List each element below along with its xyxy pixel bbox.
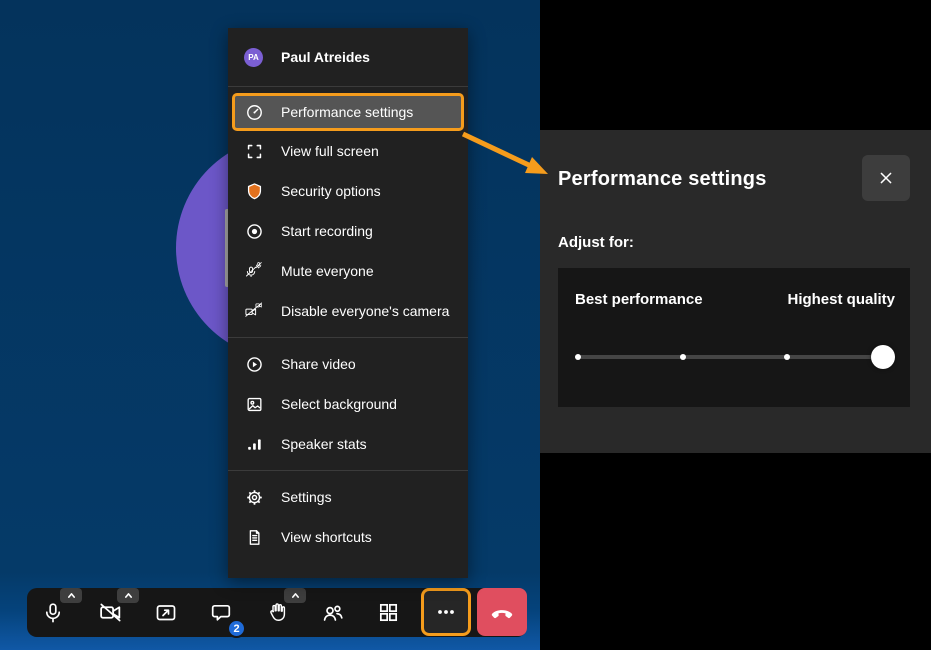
menu-item-label: Mute everyone bbox=[281, 263, 374, 279]
slider-track[interactable] bbox=[575, 355, 895, 359]
participant-name: Paul Atreides bbox=[281, 49, 370, 65]
menu-section-settings: Settings View shortcuts bbox=[228, 471, 468, 563]
menu-item-label: Performance settings bbox=[281, 104, 413, 120]
slider-min-label: Best performance bbox=[575, 291, 703, 308]
menu-item-label: Share video bbox=[281, 356, 356, 372]
menu-item-start-recording[interactable]: Start recording bbox=[228, 211, 468, 251]
menu-item-share-video[interactable]: Share video bbox=[228, 344, 468, 384]
menu-item-select-background[interactable]: Select background bbox=[228, 384, 468, 424]
raise-hand-options-chevron[interactable] bbox=[284, 588, 306, 603]
slider-max-label: Highest quality bbox=[787, 291, 895, 308]
slider-card: Best performance Highest quality bbox=[558, 268, 910, 407]
hand-icon bbox=[266, 601, 289, 624]
tile-view-button[interactable] bbox=[366, 588, 410, 637]
slider-thumb[interactable] bbox=[871, 345, 895, 369]
tile-view-icon bbox=[377, 601, 400, 624]
hang-up-button[interactable] bbox=[477, 588, 527, 636]
app-window: Performance settings Adjust for: Best pe… bbox=[0, 0, 931, 650]
gauge-icon bbox=[245, 103, 264, 122]
slider-tick-2[interactable] bbox=[680, 354, 686, 360]
menu-item-label: Start recording bbox=[281, 223, 373, 239]
background-icon bbox=[245, 395, 264, 414]
menu-section-sharing: Share video Select background Speaker st… bbox=[228, 338, 468, 470]
mic-icon bbox=[41, 601, 65, 625]
menu-item-view-full-screen[interactable]: View full screen bbox=[228, 131, 468, 171]
dialog-title: Performance settings bbox=[558, 168, 767, 191]
participants-button[interactable] bbox=[311, 588, 355, 637]
people-icon bbox=[321, 601, 345, 625]
mic-muted-icon bbox=[245, 262, 264, 281]
slider-tick-3[interactable] bbox=[784, 354, 790, 360]
record-icon bbox=[245, 222, 264, 241]
chevron-up-icon bbox=[289, 589, 302, 602]
hangup-icon bbox=[489, 599, 515, 625]
more-options-button[interactable] bbox=[421, 588, 471, 636]
menu-item-label: Disable everyone's camera bbox=[281, 303, 449, 319]
menu-item-speaker-stats[interactable]: Speaker stats bbox=[228, 424, 468, 464]
menu-item-view-shortcuts[interactable]: View shortcuts bbox=[228, 517, 468, 557]
menu-section-moderation: Performance settings View full screen Se… bbox=[228, 87, 468, 337]
menu-item-mute-everyone[interactable]: Mute everyone bbox=[228, 251, 468, 291]
play-circle-icon bbox=[245, 355, 264, 374]
adjust-for-label: Adjust for: bbox=[558, 234, 634, 251]
close-icon bbox=[876, 168, 896, 188]
camera-off-icon bbox=[98, 600, 123, 625]
menu-item-label: View full screen bbox=[281, 143, 379, 159]
menu-item-label: View shortcuts bbox=[281, 529, 372, 545]
close-button[interactable] bbox=[862, 155, 910, 201]
shield-icon bbox=[245, 182, 264, 201]
slider-tick-1[interactable] bbox=[575, 354, 581, 360]
camera-disabled-icon bbox=[245, 302, 264, 321]
gear-icon bbox=[245, 488, 264, 507]
menu-item-disable-everyones-camera[interactable]: Disable everyone's camera bbox=[228, 291, 468, 331]
microphone-options-chevron[interactable] bbox=[60, 588, 82, 603]
bar-chart-icon bbox=[245, 435, 264, 454]
more-dots-icon bbox=[434, 600, 458, 624]
camera-options-chevron[interactable] bbox=[117, 588, 139, 603]
menu-header-profile[interactable]: PA Paul Atreides bbox=[228, 28, 468, 86]
toolbar: 2 bbox=[27, 588, 527, 637]
screen-share-button[interactable] bbox=[144, 588, 188, 637]
fullscreen-icon bbox=[245, 142, 264, 161]
screen-share-icon bbox=[154, 601, 178, 625]
menu-item-label: Settings bbox=[281, 489, 332, 505]
chevron-up-icon bbox=[122, 589, 135, 602]
performance-slider[interactable] bbox=[575, 345, 895, 369]
chat-unread-badge: 2 bbox=[227, 619, 246, 638]
menu-item-security-options[interactable]: Security options bbox=[228, 171, 468, 211]
menu-item-performance-settings[interactable]: Performance settings bbox=[232, 93, 464, 131]
document-icon bbox=[245, 528, 264, 547]
chevron-up-icon bbox=[65, 589, 78, 602]
menu-item-label: Security options bbox=[281, 183, 381, 199]
overflow-menu: PA Paul Atreides Performance settings Vi… bbox=[228, 28, 468, 578]
menu-item-settings[interactable]: Settings bbox=[228, 477, 468, 517]
avatar: PA bbox=[244, 48, 263, 67]
menu-item-label: Select background bbox=[281, 396, 397, 412]
performance-settings-dialog: Performance settings Adjust for: Best pe… bbox=[540, 130, 931, 453]
menu-item-label: Speaker stats bbox=[281, 436, 367, 452]
